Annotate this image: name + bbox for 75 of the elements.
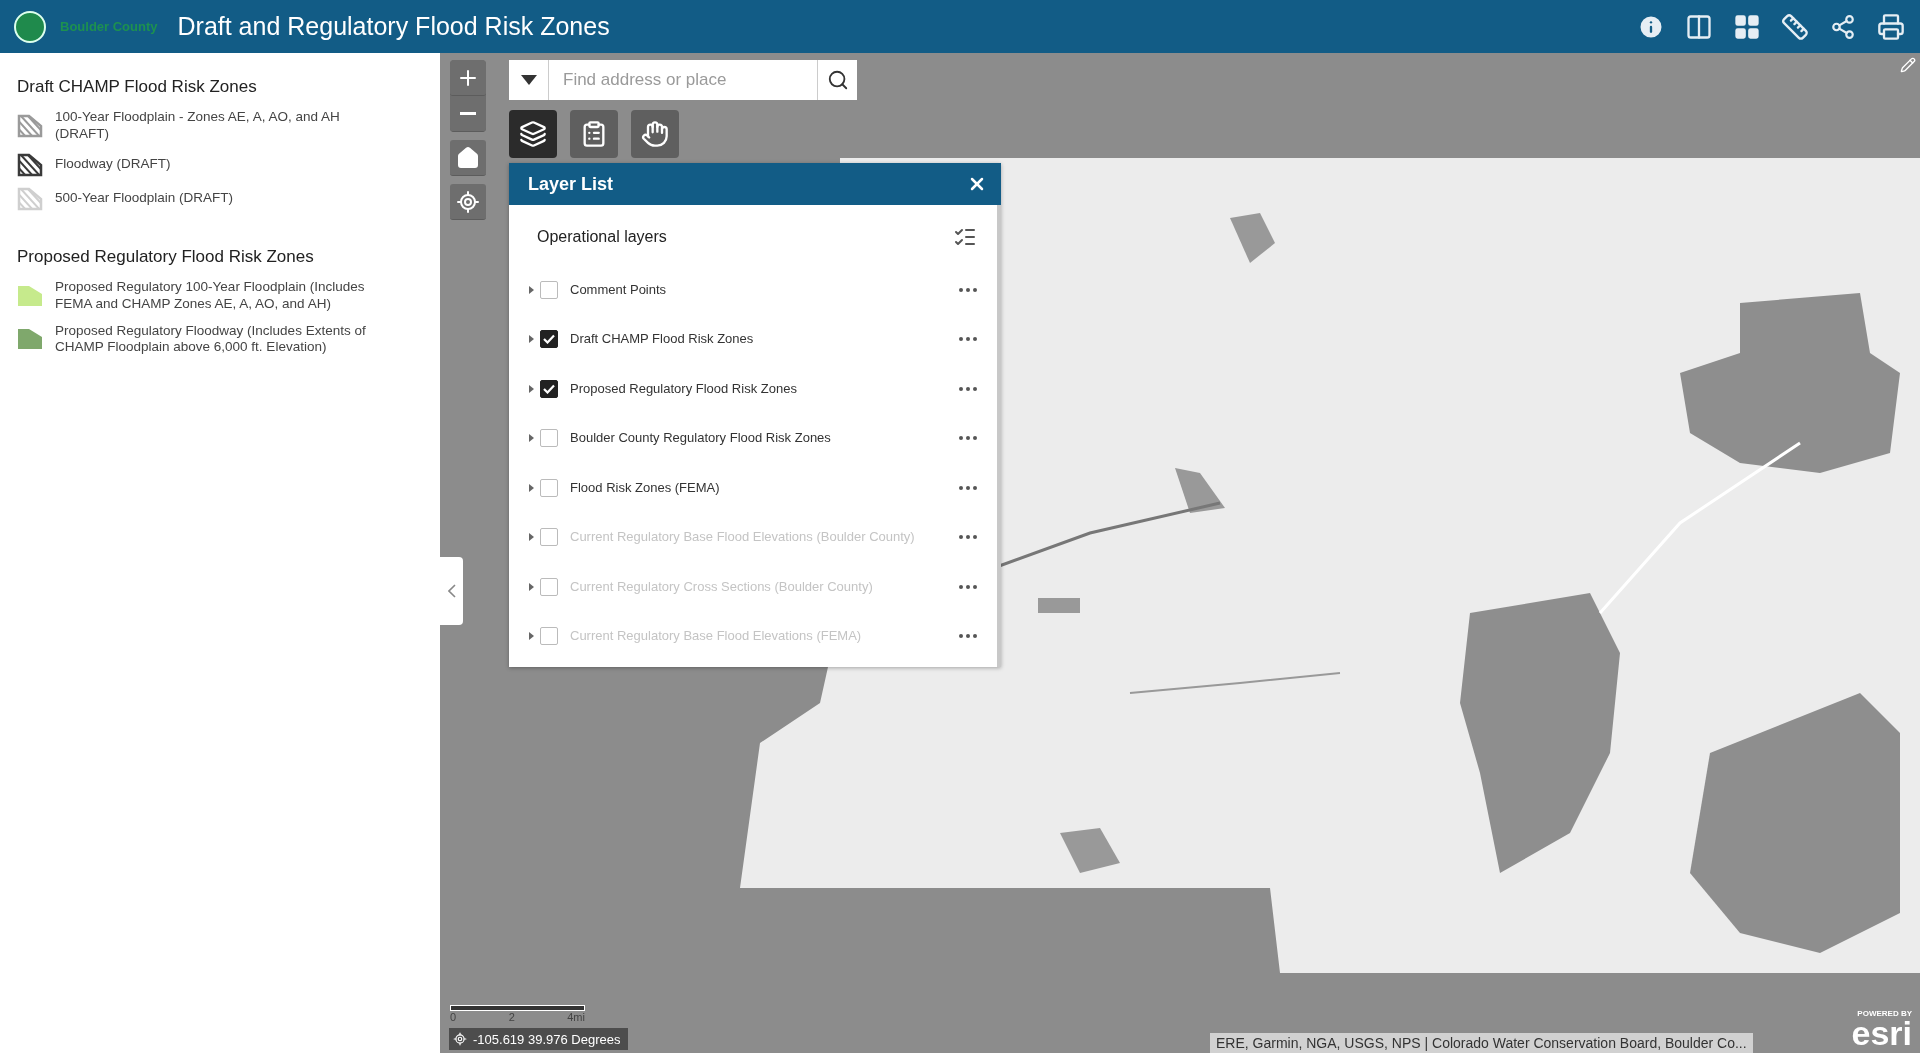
layers-widget-button[interactable] <box>509 110 557 158</box>
home-button[interactable] <box>450 140 486 176</box>
county-logo-icon <box>14 10 46 43</box>
more-options-button[interactable] <box>959 485 977 490</box>
esri-wordmark: esri <box>1851 1018 1912 1049</box>
expand-caret-icon[interactable] <box>529 632 534 641</box>
layer-name: Proposed Regulatory Flood Risk Zones <box>570 380 798 397</box>
locate-button[interactable] <box>450 184 486 220</box>
legend-group-title: Draft CHAMP Flood Risk Zones <box>17 77 258 97</box>
ellipsis-icon <box>959 386 977 391</box>
legend-label: Floodway (DRAFT) <box>55 156 172 174</box>
more-options-button[interactable] <box>959 634 977 639</box>
more-options-button[interactable] <box>959 535 977 540</box>
layer-checkbox[interactable] <box>540 429 558 448</box>
scale-label: 0 <box>450 1011 457 1023</box>
layer-checkbox[interactable] <box>540 280 558 299</box>
scale-label: 2 <box>508 1011 515 1023</box>
panel-title: Layer List <box>528 173 614 195</box>
layer-name: Current Regulatory Base Flood Elevations (Boulder County) <box>570 529 916 546</box>
scale-label: 4mi <box>567 1011 585 1023</box>
chevron-left-icon <box>447 584 456 598</box>
layer-name: Current Regulatory Cross Sections (Boulder County) <box>570 578 874 595</box>
ellipsis-icon <box>959 535 977 540</box>
expand-caret-icon[interactable] <box>529 533 534 542</box>
esri-tagline: POWERED BY <box>1857 1009 1912 1019</box>
coordinates-display: -105.619 39.976 Degrees <box>449 1028 629 1050</box>
more-options-button[interactable] <box>959 584 977 589</box>
legend-group-title: Proposed Regulatory Flood Risk Zones <box>17 246 315 267</box>
ellipsis-icon <box>959 337 977 342</box>
search-field[interactable]: Find address or place <box>549 60 817 100</box>
ellipsis-icon <box>959 436 977 441</box>
expand-caret-icon[interactable] <box>529 483 534 492</box>
more-options-button[interactable] <box>959 287 977 292</box>
search-icon <box>826 69 849 91</box>
caret-icon <box>520 75 537 85</box>
comment-widget-button[interactable] <box>631 110 679 158</box>
pencil-icon[interactable] <box>1900 57 1916 73</box>
expand-caret-icon[interactable] <box>529 384 534 393</box>
ellipsis-icon <box>959 485 977 490</box>
zoom-in-button[interactable] <box>450 60 486 96</box>
layer-name: Draft CHAMP Flood Risk Zones <box>570 331 755 348</box>
expand-caret-icon[interactable] <box>529 434 534 443</box>
ellipsis-icon <box>959 287 977 292</box>
legend-label: 500-Year Floodplain (DRAFT) <box>55 190 235 208</box>
more-options-button[interactable] <box>959 386 977 391</box>
more-options-button[interactable] <box>959 337 977 342</box>
search-source-dropdown[interactable] <box>509 60 549 100</box>
home-icon <box>456 145 480 170</box>
expand-caret-icon[interactable] <box>529 285 534 294</box>
legend-label: Proposed Regulatory 100-Year Floodplain (Includes FEMA and CHAMP Zones AE, A, AO, and AH) <box>55 278 366 313</box>
legend-label: 100-Year Floodplain - Zones AE, A, AO, and AH (DRAFT) <box>55 109 341 143</box>
layer-checkbox[interactable] <box>540 478 558 497</box>
ruler-icon[interactable] <box>1780 11 1810 42</box>
crosshair-icon <box>456 189 480 214</box>
layer-name: Boulder County Regulatory Flood Risk Zones <box>570 430 832 447</box>
minus-icon <box>460 112 476 115</box>
crosshair-icon[interactable] <box>453 1032 467 1046</box>
app-title: Draft and Regulatory Flood Risk Zones <box>177 12 610 41</box>
search-button[interactable] <box>817 60 857 100</box>
layer-name: Comment Points <box>570 281 668 298</box>
ellipsis-icon <box>959 634 977 639</box>
more-options-button[interactable] <box>959 436 977 441</box>
legend-label: Proposed Regulatory Floodway (Includes Extents of CHAMP Floodplain above 6,000 ft. Elevation) <box>55 322 367 357</box>
attribution-text: ERE, Garmin, NGA, USGS, NPS | Colorado Water Conservation Board, Boulder Co... <box>1210 1033 1753 1053</box>
ellipsis-icon <box>959 584 977 589</box>
layer-checkbox[interactable] <box>540 379 558 398</box>
legend-widget-button[interactable] <box>570 110 618 158</box>
layer-name: Current Regulatory Base Flood Elevations (FEMA) <box>570 628 863 645</box>
expand-caret-icon[interactable] <box>529 582 534 591</box>
layers-icon <box>519 120 547 148</box>
layer-name: Flood Risk Zones (FEMA) <box>570 479 721 496</box>
section-title: Operational layers <box>537 228 667 246</box>
layer-checkbox[interactable] <box>540 330 558 349</box>
expand-caret-icon[interactable] <box>529 335 534 344</box>
print-icon[interactable] <box>1876 11 1906 42</box>
